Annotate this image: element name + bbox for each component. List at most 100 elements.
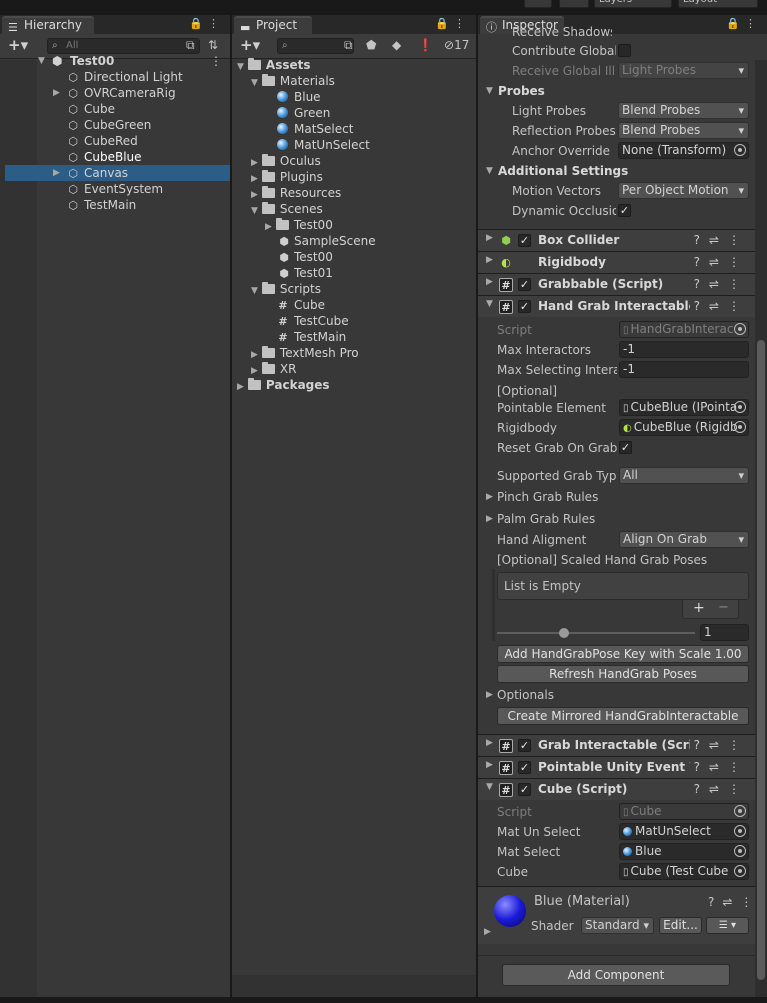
component-enabled-checkbox[interactable]: ✓ — [518, 739, 531, 752]
expand-arrow-icon[interactable]: ▼ — [251, 286, 258, 296]
collapse-arrow-icon[interactable]: ▶ — [486, 255, 493, 265]
hierarchy-item[interactable]: ⬡ CubeRed — [66, 133, 138, 149]
hierarchy-item[interactable]: ⬡ Cube — [66, 101, 115, 117]
hierarchy-item-selected[interactable]: ⬡ CubeBlue — [66, 149, 141, 165]
list-remove-button[interactable]: − — [718, 600, 729, 615]
history-button[interactable] — [524, 0, 552, 8]
folder-scripts[interactable]: ▼ Scripts — [251, 281, 321, 297]
probes-header[interactable]: Probes — [498, 83, 545, 99]
search-button[interactable] — [559, 0, 589, 8]
cube-field[interactable]: ▯ Cube (Test Cube — [619, 863, 749, 880]
mat-select-field[interactable]: Blue — [619, 843, 749, 860]
tab-project[interactable]: ▬ Project — [234, 16, 312, 34]
scale-slider-thumb[interactable] — [559, 628, 569, 638]
scale-slider-track[interactable] — [497, 632, 695, 634]
dynamic-occlusion-checkbox[interactable]: ✓ — [618, 204, 631, 217]
collapse-arrow-icon[interactable]: ▶ — [251, 174, 258, 184]
layout-dropdown[interactable]: Layout — [678, 0, 758, 8]
material-item[interactable]: MatUnSelect — [277, 137, 370, 153]
supported-grab-type-dropdown[interactable]: All — [619, 467, 749, 484]
hand-alignment-dropdown[interactable]: Align On Grab — [619, 531, 749, 548]
collapse-arrow-icon[interactable]: ▶ — [486, 511, 493, 527]
receive-gi-dropdown[interactable]: Light Probes — [618, 62, 749, 79]
collapse-arrow-icon[interactable]: ▶ — [53, 165, 60, 181]
script-asset[interactable]: # Cube — [277, 297, 325, 313]
collapse-arrow-icon[interactable]: ▶ — [251, 366, 258, 376]
component-cube-script[interactable]: ▼ # ✓ Cube (Script) ?⇌⋮ — [478, 778, 755, 800]
motion-vectors-dropdown[interactable]: Per Object Motion — [618, 182, 749, 199]
material-header-icons[interactable]: ?⇌⋮ — [708, 894, 760, 910]
component-header-icons[interactable]: ?⇌⋮ — [694, 759, 749, 776]
collapse-arrow-icon[interactable]: ▶ — [251, 158, 258, 168]
layers-dropdown[interactable]: Layers — [594, 0, 672, 8]
object-picker-icon[interactable] — [734, 845, 746, 857]
folder-item[interactable]: ▶ Plugins — [251, 169, 323, 185]
max-selecting-input[interactable]: -1 — [619, 361, 749, 378]
folder-item[interactable]: ▶ Test00 — [265, 217, 333, 233]
optionals-foldout[interactable]: Optionals — [497, 687, 554, 703]
shader-dropdown[interactable]: Standard — [581, 917, 654, 934]
expand-arrow-icon[interactable]: ▼ — [237, 62, 244, 72]
filter-type-icon[interactable]: ⬟ — [366, 38, 376, 52]
scene-menu-icon[interactable]: ⋮ — [210, 53, 222, 69]
palm-grab-rules-foldout[interactable]: Palm Grab Rules — [497, 511, 595, 527]
folder-materials[interactable]: ▼ Materials — [251, 73, 335, 89]
folder-item[interactable]: ▶ XR — [251, 361, 296, 377]
scene-asset[interactable]: ⬢ SampleScene — [277, 233, 375, 249]
hidden-packages-icon[interactable]: ⊘17 — [444, 38, 469, 52]
component-header-icons[interactable]: ?⇌⋮ — [694, 298, 749, 315]
mat-un-select-field[interactable]: MatUnSelect — [619, 823, 749, 840]
component-pointable-unity-event[interactable]: ▶ # ✓ Pointable Unity Event Wra ?⇌⋮ — [478, 756, 755, 778]
refresh-handgrab-poses-button[interactable]: Refresh HandGrab Poses — [497, 665, 749, 683]
expand-arrow-icon[interactable]: ▼ — [251, 78, 258, 88]
scene-asset[interactable]: ⬢ Test00 — [277, 249, 333, 265]
shader-edit-button[interactable]: Edit... — [659, 917, 702, 934]
hierarchy-item[interactable]: ▶ ⬡ Canvas — [53, 165, 128, 181]
hierarchy-item[interactable]: ⬡ Directional Light — [66, 69, 182, 85]
collapse-arrow-icon[interactable]: ▶ — [486, 738, 493, 748]
material-item[interactable]: Blue — [277, 89, 321, 105]
pinch-grab-rules-foldout[interactable]: Pinch Grab Rules — [497, 489, 598, 505]
collapse-arrow-icon[interactable]: ▶ — [486, 489, 493, 505]
collapse-arrow-icon[interactable]: ▶ — [486, 277, 493, 287]
create-mirrored-button[interactable]: Create Mirrored HandGrabInteractable — [497, 707, 749, 725]
expand-arrow-icon[interactable]: ▼ — [251, 206, 258, 216]
scale-value-input[interactable]: 1 — [700, 624, 749, 641]
collapse-arrow-icon[interactable]: ▶ — [53, 85, 60, 101]
component-hand-grab-interactable[interactable]: ▼ # ✓ Hand Grab Interactable (S ?⇌⋮ — [478, 295, 755, 317]
object-picker-icon[interactable] — [734, 825, 746, 837]
collapse-arrow-icon[interactable]: ▶ — [486, 687, 493, 703]
folder-item[interactable]: ▶ Resources — [251, 185, 341, 201]
tab-hierarchy[interactable]: ☰ Hierarchy — [2, 16, 94, 34]
expand-arrow-icon[interactable]: ▼ — [486, 163, 493, 179]
component-enabled-checkbox[interactable]: ✓ — [518, 783, 531, 796]
hierarchy-item[interactable]: ⬡ CubeGreen — [66, 117, 151, 133]
component-header-icons[interactable]: ?⇌⋮ — [694, 737, 749, 754]
folder-assets[interactable]: ▼ Assets — [237, 57, 311, 73]
component-enabled-checkbox[interactable]: ✓ — [518, 300, 531, 313]
component-grab-interactable[interactable]: ▶ # ✓ Grab Interactable (Script) ?⇌⋮ — [478, 734, 755, 756]
hierarchy-search-input[interactable]: ⌕ All — [47, 38, 200, 54]
material-item[interactable]: MatSelect — [277, 121, 353, 137]
script-asset[interactable]: # TestMain — [277, 329, 346, 345]
contribute-gi-checkbox[interactable] — [618, 44, 631, 57]
component-grabbable[interactable]: ▶ # ✓ Grabbable (Script) ?⇌⋮ — [478, 273, 755, 295]
pointable-element-field[interactable]: ▯ CubeBlue (IPointa — [619, 399, 749, 416]
collapse-arrow-icon[interactable]: ▶ — [251, 190, 258, 200]
expand-arrow-icon[interactable]: ▼ — [38, 53, 45, 69]
component-header-icons[interactable]: ?⇌⋮ — [694, 276, 749, 293]
hierarchy-item[interactable]: ⬡ TestMain — [66, 197, 136, 213]
scrollbar-thumb[interactable] — [757, 340, 765, 980]
expand-arrow-icon[interactable]: ▼ — [486, 83, 493, 99]
anchor-override-field[interactable]: None (Transform) — [618, 142, 749, 159]
folder-scenes[interactable]: ▼ Scenes — [251, 201, 323, 217]
component-box-collider[interactable]: ▶ ⬢ ✓ Box Collider ?⇌⋮ — [478, 229, 755, 251]
hierarchy-tab-icons[interactable]: 🔒⋮ — [189, 17, 224, 30]
scene-asset[interactable]: ⬢ Test01 — [277, 265, 333, 281]
component-header-icons[interactable]: ?⇌⋮ — [694, 781, 749, 798]
collapse-arrow-icon[interactable]: ▶ — [486, 233, 493, 243]
object-picker-icon[interactable] — [734, 865, 746, 877]
object-picker-icon[interactable] — [734, 401, 746, 413]
folder-item[interactable]: ▶ Oculus — [251, 153, 321, 169]
create-plus-icon[interactable]: +▾ — [240, 36, 260, 54]
